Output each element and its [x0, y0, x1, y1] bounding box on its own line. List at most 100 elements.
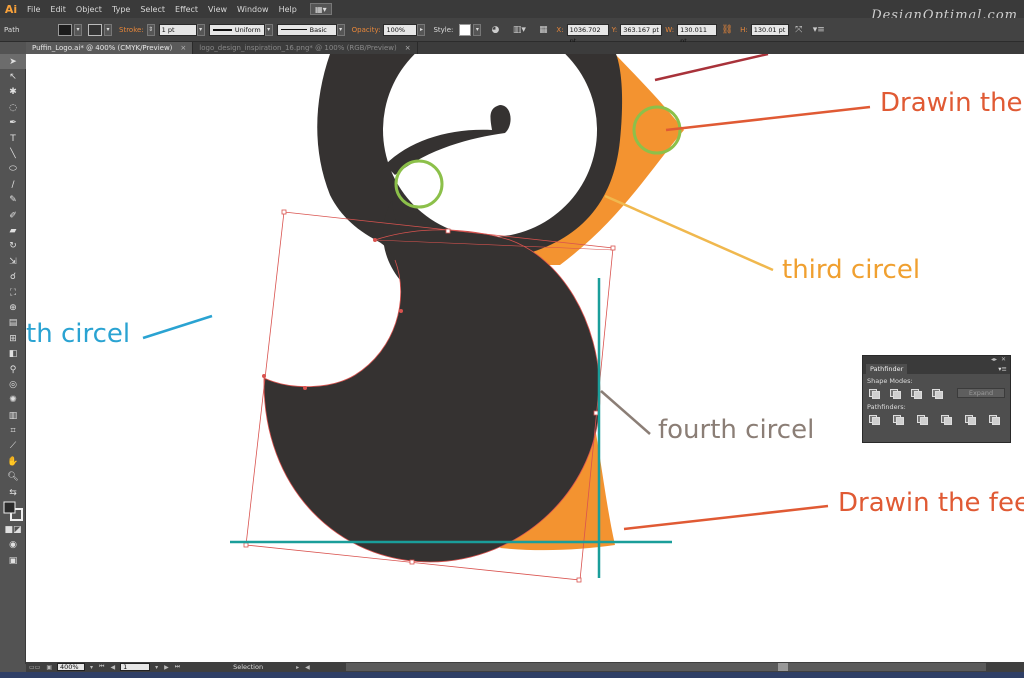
reference-point-icon[interactable]: ▦: [536, 23, 550, 37]
line-tool-icon[interactable]: ╲: [0, 146, 26, 161]
ellipse-tool-icon[interactable]: ⬭: [0, 162, 26, 177]
column-graph-tool-icon[interactable]: ▥: [0, 408, 26, 423]
symbol-sprayer-tool-icon[interactable]: ✺: [0, 393, 26, 408]
menu-view[interactable]: View: [203, 5, 232, 14]
close-icon[interactable]: ✕: [1001, 356, 1006, 364]
status-menu-icon[interactable]: ▸: [296, 664, 299, 671]
menu-effect[interactable]: Effect: [170, 5, 203, 14]
minus-front-icon[interactable]: [888, 388, 902, 399]
magic-wand-tool-icon[interactable]: ✱: [0, 85, 26, 100]
anchor-point[interactable]: [303, 386, 307, 390]
anchor-point[interactable]: [262, 374, 266, 378]
gradient-tool-icon[interactable]: ◧: [0, 346, 26, 361]
warp-tool-icon[interactable]: ☌: [0, 269, 26, 284]
tab-pathfinder[interactable]: Pathfinder: [866, 364, 908, 374]
bbox-handle[interactable]: [576, 577, 582, 583]
scale-tool-icon[interactable]: ⇲: [0, 254, 26, 269]
h-label[interactable]: H:: [740, 26, 748, 34]
scroll-left-icon[interactable]: ◀: [305, 664, 310, 671]
drawing-mode-icon[interactable]: ◉: [0, 538, 26, 553]
brush-definition[interactable]: Basic: [276, 23, 337, 36]
graphic-style-swatch[interactable]: [459, 23, 472, 36]
menu-edit[interactable]: Edit: [45, 5, 71, 14]
transform-icon[interactable]: ⤧: [792, 23, 806, 37]
scrollbar-thumb[interactable]: [778, 663, 788, 671]
bbox-handle[interactable]: [593, 410, 599, 416]
fill-swatch[interactable]: [58, 23, 72, 36]
divide-icon[interactable]: [867, 414, 881, 425]
stroke-weight-dropdown-icon[interactable]: ▾: [196, 23, 205, 36]
trim-icon[interactable]: [891, 414, 905, 425]
tab-logo-inspiration[interactable]: logo_design_inspiration_16.png* @ 100% (…: [193, 42, 418, 54]
pencil-tool-icon[interactable]: ✎: [0, 193, 26, 208]
lasso-tool-icon[interactable]: ◌: [0, 100, 26, 115]
first-artboard-icon[interactable]: ⏮: [99, 663, 104, 671]
unite-icon[interactable]: [867, 388, 881, 399]
bbox-handle[interactable]: [281, 209, 287, 215]
panel-menu-icon[interactable]: ▾≡: [998, 365, 1007, 373]
free-transform-tool-icon[interactable]: ⛶: [0, 285, 26, 300]
mesh-tool-icon[interactable]: ⊞: [0, 331, 26, 346]
selection-tool-icon[interactable]: ➤: [0, 54, 26, 70]
stroke-stepper-icon[interactable]: ⇕: [146, 23, 155, 36]
fill-stroke-icon[interactable]: [0, 500, 26, 522]
anchor-point[interactable]: [373, 238, 377, 242]
menu-file[interactable]: File: [22, 5, 45, 14]
pen-tool-icon[interactable]: ✒: [0, 116, 26, 131]
expand-button[interactable]: Expand: [957, 388, 1005, 398]
y-label[interactable]: Y:: [612, 26, 618, 34]
zoom-dropdown-icon[interactable]: ▾: [90, 664, 93, 671]
control-menu-icon[interactable]: ▾≡: [812, 23, 826, 37]
artboard-dropdown-icon[interactable]: ▾: [155, 664, 158, 671]
constrain-proportions-icon[interactable]: ⛓: [720, 23, 734, 37]
outline-icon[interactable]: [963, 414, 977, 425]
x-label[interactable]: X:: [556, 26, 563, 34]
menu-window[interactable]: Window: [232, 5, 274, 14]
style-dropdown-icon[interactable]: ▾: [473, 23, 482, 36]
recolor-artwork-icon[interactable]: ◕: [488, 23, 502, 37]
color-mode-icon[interactable]: ■◪: [0, 522, 26, 537]
opacity-field[interactable]: 100%: [383, 23, 418, 36]
tab-puffin-logo[interactable]: Puffin_Logo.ai* @ 400% (CMYK/Preview) ×: [26, 42, 194, 54]
fill-dropdown-icon[interactable]: ▾: [74, 23, 82, 36]
artboard-field[interactable]: 1: [120, 663, 151, 671]
exclude-icon[interactable]: [930, 388, 944, 399]
menu-select[interactable]: Select: [135, 5, 170, 14]
last-artboard-icon[interactable]: ⏭: [175, 663, 180, 671]
opacity-dropdown-icon[interactable]: ▸: [417, 23, 426, 36]
horizontal-scrollbar[interactable]: [346, 663, 986, 671]
shape-builder-tool-icon[interactable]: ⊕: [0, 300, 26, 315]
variable-width-profile[interactable]: Uniform: [208, 23, 265, 36]
brush-dropdown-icon[interactable]: ▾: [336, 23, 345, 36]
collapse-icon[interactable]: ◂▸: [991, 356, 997, 364]
stroke-dropdown-icon[interactable]: ▾: [104, 23, 112, 36]
workspace-switcher-icon[interactable]: ▦▾: [309, 3, 332, 15]
paintbrush-tool-icon[interactable]: ∕: [0, 177, 26, 192]
w-label[interactable]: W:: [665, 26, 674, 34]
anchor-point[interactable]: [399, 309, 403, 313]
zoom-tool-icon[interactable]: 🔍︎: [0, 470, 26, 485]
bbox-handle[interactable]: [610, 245, 616, 251]
stroke-swatch[interactable]: [88, 23, 102, 36]
slice-tool-icon[interactable]: ⟋: [0, 439, 26, 454]
panel-header[interactable]: ◂▸ ✕: [863, 356, 1010, 364]
menu-help[interactable]: Help: [274, 5, 302, 14]
bbox-handle[interactable]: [243, 542, 249, 548]
width-field[interactable]: 130.011 pt: [677, 23, 718, 45]
menu-type[interactable]: Type: [107, 5, 135, 14]
y-field[interactable]: 363.167 pt: [620, 23, 663, 36]
eyedropper-tool-icon[interactable]: ⚲: [0, 362, 26, 377]
gpu-preview-icon[interactable]: ▭▭: [29, 664, 40, 671]
color-mode-status-icon[interactable]: ▣: [46, 664, 52, 671]
blob-brush-tool-icon[interactable]: ✐: [0, 208, 26, 223]
align-options-icon[interactable]: ▥▾: [508, 23, 530, 37]
x-field[interactable]: 1036.702 pt: [566, 23, 609, 45]
screen-mode-icon[interactable]: ▣: [0, 553, 26, 568]
swap-fill-stroke-icon[interactable]: ⇆: [0, 485, 26, 500]
crop-icon[interactable]: [939, 414, 953, 425]
menu-object[interactable]: Object: [71, 5, 107, 14]
stroke-weight-field[interactable]: 1 pt: [158, 23, 197, 36]
stroke-label[interactable]: Stroke:: [119, 26, 144, 34]
bbox-handle[interactable]: [445, 228, 451, 234]
intersect-icon[interactable]: [909, 388, 923, 399]
